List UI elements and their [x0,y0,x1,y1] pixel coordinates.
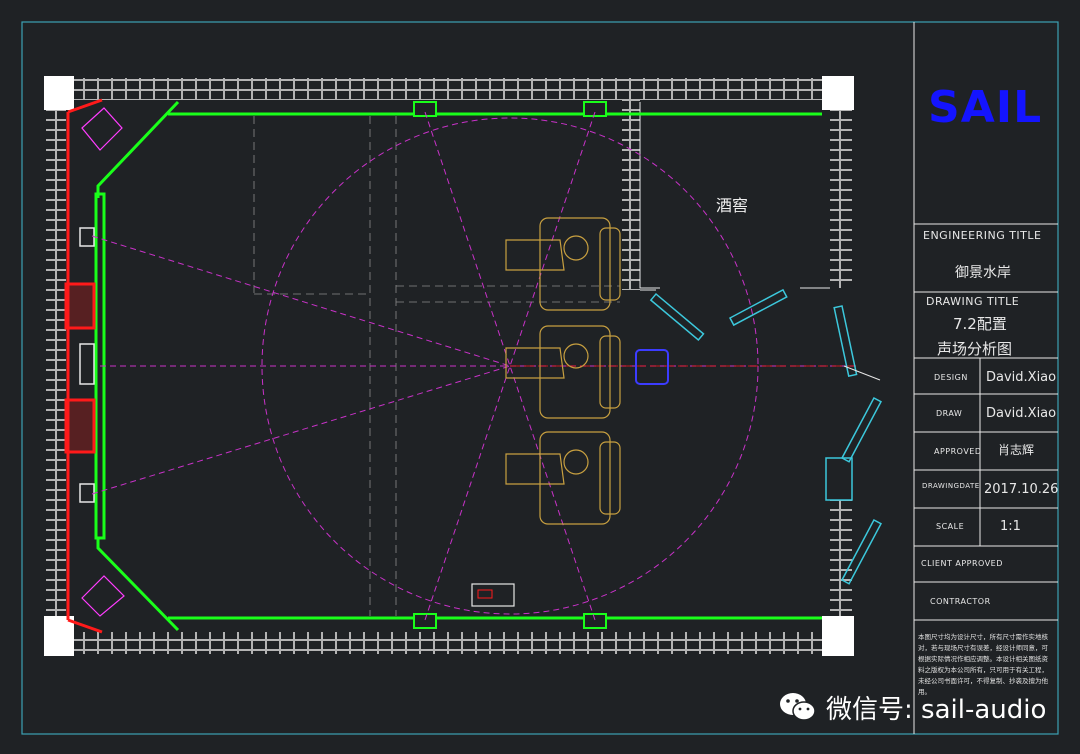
draw-value: David.Xiao [986,406,1057,421]
drawing-date-label: DRAWINGDATE [922,482,980,490]
approved-value: 肖志辉 [998,443,1035,457]
approved-label: APPROVED [934,447,982,456]
design-value: David.Xiao [986,370,1057,385]
wechat-icon [778,691,818,723]
contractor-label: CONTRACTOR [930,597,991,606]
surround-speakers [413,101,607,629]
wechat-id-text: 微信号: sail-audio [826,694,1047,725]
scale-label: SCALE [936,522,965,531]
home-theater-seats [505,217,621,525]
drawing-title-label: DRAWING TITLE [926,295,1020,308]
design-label: DESIGN [934,373,968,382]
wechat-watermark: 微信号: sail-audio [778,686,1074,728]
scale-value: 1:1 [1000,519,1021,534]
engineering-title-label: ENGINEERING TITLE [923,229,1042,242]
front-speakers [79,227,95,503]
sail-logo: SAIL [928,82,1043,133]
client-approved-label: CLIENT APPROVED [921,559,1003,568]
engineering-title: 御景水岸 [955,265,1011,281]
sound-field-analysis [91,111,860,621]
drawing-date-value: 2017.10.26 [984,482,1059,497]
drawing-title-line1: 7.2配置 [953,315,1007,333]
wine-cellar-label: 酒窖 [716,196,749,215]
draw-label: DRAW [936,409,963,418]
drawing-title-line2: 声场分析图 [937,340,1013,358]
rear-equipment [635,349,669,385]
